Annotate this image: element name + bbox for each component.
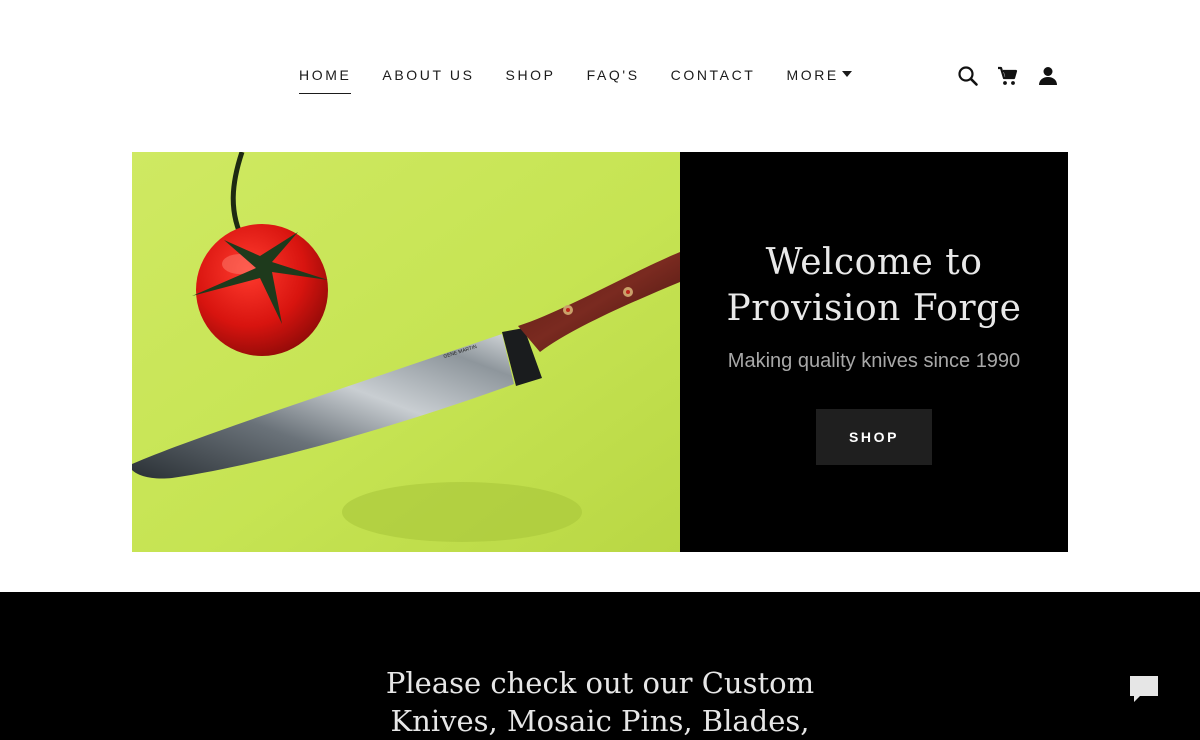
intro-heading-line1: Please check out our Custom [385, 666, 815, 700]
nav-more[interactable]: MORE [786, 66, 852, 93]
intro-heading: Please check out our Custom Knives, Mosa… [0, 664, 1200, 740]
nav-home[interactable]: HOME [299, 66, 352, 94]
shop-button[interactable]: SHOP [816, 409, 932, 465]
hero-image: GENE MARTIN [132, 152, 680, 552]
nav-about-us[interactable]: ABOUT US [382, 66, 474, 93]
caret-down-icon [841, 71, 852, 78]
intro-heading-line2: Knives, Mosaic Pins, Blades, [390, 704, 810, 738]
account-icon[interactable] [1036, 64, 1060, 88]
hero-panel: Welcome to Provision Forge Making qualit… [680, 152, 1068, 552]
chat-icon[interactable] [1126, 670, 1162, 706]
intro-section: Please check out our Custom Knives, Mosa… [0, 592, 1200, 740]
hero-title-line2: Provision Forge [726, 288, 1022, 329]
search-icon[interactable] [956, 64, 980, 88]
nav-contact[interactable]: CONTACT [671, 66, 756, 93]
main-nav: HOME ABOUT US SHOP FAQ'S CONTACT MORE [299, 66, 852, 94]
nav-shop[interactable]: SHOP [506, 66, 556, 93]
nav-more-label: MORE [786, 67, 839, 83]
hero-subtitle: Making quality knives since 1990 [727, 350, 1021, 372]
header-icons [956, 64, 1076, 88]
nav-faqs[interactable]: FAQ'S [587, 66, 640, 93]
hero-section: GENE MARTIN Welcome to Provision Forge M… [132, 152, 1068, 552]
cart-icon[interactable] [996, 64, 1020, 88]
hero-title-line1: Welcome to [765, 242, 983, 283]
site-header: HOME ABOUT US SHOP FAQ'S CONTACT MORE [0, 0, 1200, 152]
hero-title: Welcome to Provision Forge [680, 240, 1068, 332]
